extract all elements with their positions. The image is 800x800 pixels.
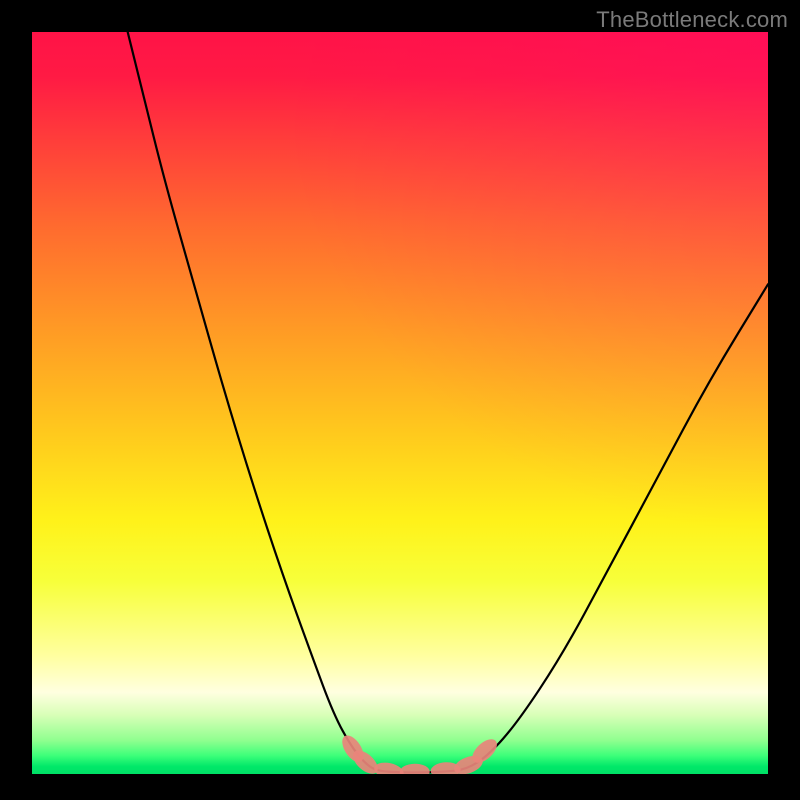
curve-layer	[32, 32, 768, 774]
plot-area	[32, 32, 768, 774]
bottleneck-curve	[128, 32, 768, 773]
chart-frame: TheBottleneck.com	[0, 0, 800, 800]
flat-blob-2	[400, 764, 430, 774]
watermark-text: TheBottleneck.com	[596, 7, 788, 33]
curve-markers	[338, 732, 501, 774]
